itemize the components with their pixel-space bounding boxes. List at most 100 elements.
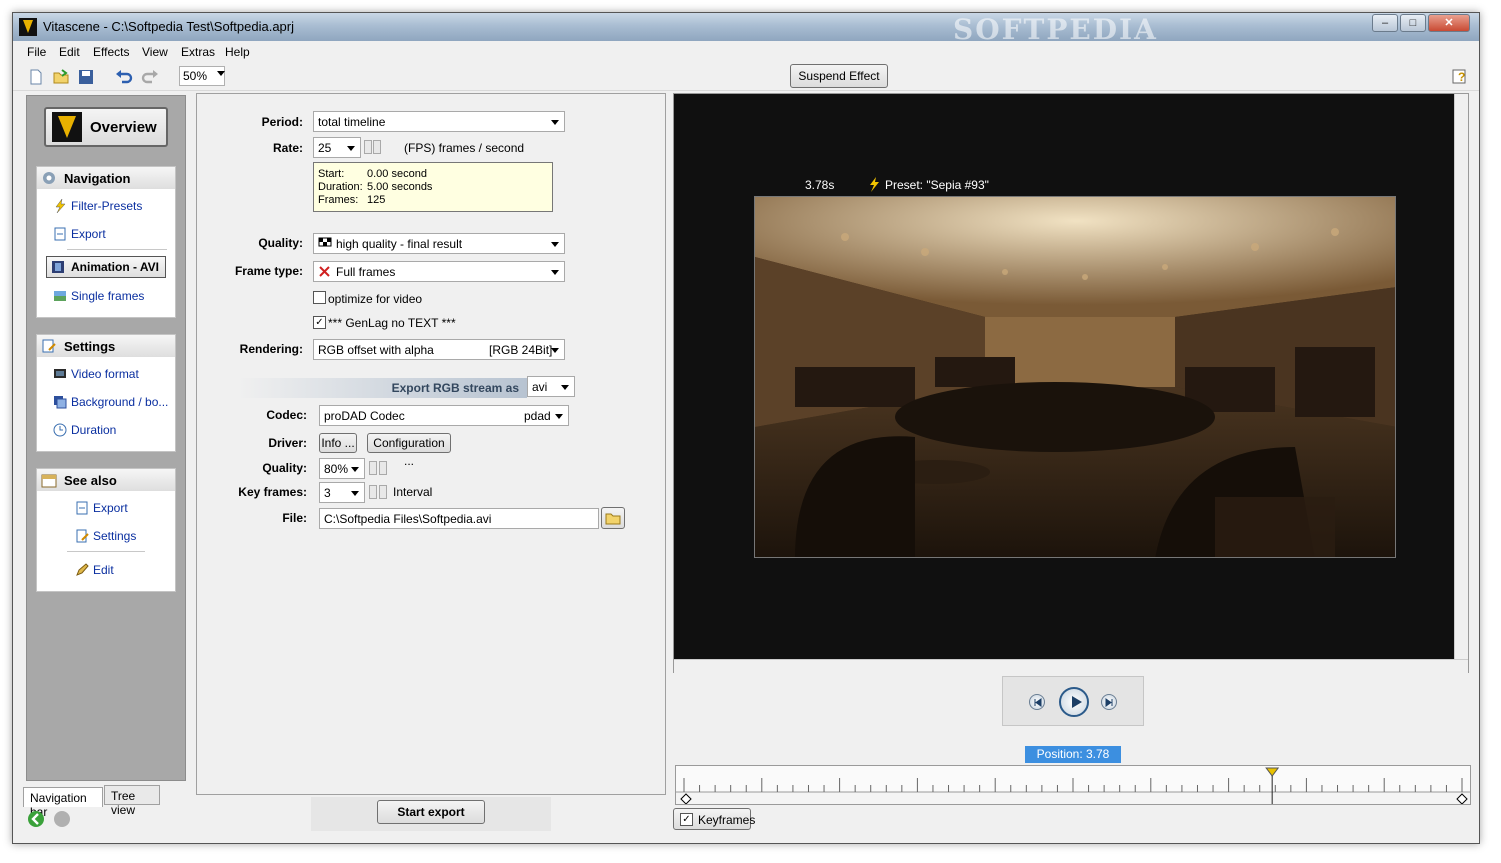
info-duration-key: Duration: [318,181,363,193]
forward-arrow-icon[interactable] [53,810,71,828]
info-frames-key: Frames: [318,194,359,206]
quality2-input[interactable]: 80% [319,458,365,479]
preview-vertical-scrollbar[interactable] [1454,94,1468,659]
see-also-divider [67,551,145,552]
start-export-button[interactable]: Start export [377,800,485,824]
undo-icon[interactable] [115,68,133,86]
new-file-icon[interactable] [27,68,45,86]
keyframe-end-marker[interactable] [1456,793,1468,805]
timeline-ruler[interactable] [675,765,1471,805]
nav-single-frames[interactable]: Single frames [71,289,144,303]
lightning-icon [870,177,879,192]
svg-text:?: ? [1458,70,1465,84]
quality-select[interactable]: high quality - final result [313,233,565,254]
file-path-input[interactable]: C:\Softpedia Files\Softpedia.avi [319,508,599,529]
quality-label: Quality: [258,236,303,250]
preview-image [754,196,1396,558]
menu-edit[interactable]: Edit [59,45,80,59]
nav-filter-presets[interactable]: Filter-Presets [71,199,142,213]
preview-horizontal-scrollbar[interactable] [674,659,1468,673]
pencil-icon [76,563,89,576]
redo-icon[interactable] [141,68,159,86]
close-button[interactable]: ✕ [1428,14,1470,32]
driver-configuration-button[interactable]: Configuration ... [367,433,451,468]
maximize-button[interactable]: □ [1400,14,1426,32]
browse-file-button[interactable] [601,507,625,529]
nav-video-format[interactable]: Video format [71,367,139,381]
optimize-video-checkbox[interactable] [313,291,326,304]
menu-view[interactable]: View [142,45,168,59]
nav-animation-avi[interactable]: Animation - AVI [46,256,166,278]
rewind-button[interactable] [1029,694,1045,710]
info-start-value: 0.00 second [367,168,427,180]
menu-effects[interactable]: Effects [93,45,129,59]
chevron-down-icon [551,348,559,353]
rate-spin-up[interactable] [373,140,381,154]
chevron-down-icon [561,385,569,390]
menu-help[interactable]: Help [225,45,250,59]
period-select[interactable]: total timeline [313,111,565,132]
rate-spin-down[interactable] [364,140,372,154]
see-also-settings[interactable]: Settings [93,529,136,543]
clock-icon [53,423,67,437]
overview-button[interactable]: Overview [44,107,168,147]
navigation-panel: Navigation Filter-Presets Export Animati… [36,166,176,318]
chevron-down-icon [555,414,563,419]
checkered-flag-icon [318,237,332,247]
driver-info-button[interactable]: Info ... [319,433,357,453]
frame-type-select[interactable]: Full frames [313,261,565,282]
codec-select[interactable]: proDAD Codec pdad [319,405,569,426]
keyframes-toggle[interactable]: ✓ Keyframes [673,808,755,830]
tab-navigation-bar[interactable]: Navigation bar [23,787,103,819]
image-icon [54,291,66,301]
see-also-edit[interactable]: Edit [93,563,114,577]
timeline-ticks [676,766,1470,805]
fast-forward-button[interactable] [1101,694,1117,710]
quality2-spin-down[interactable] [369,461,377,475]
genlag-checkbox[interactable]: ✓ [313,316,326,329]
menu-bar: File Edit Effects View Extras Help [13,41,1479,63]
quality-value: high quality - final result [336,237,463,251]
help-icon[interactable]: ? [1451,67,1469,85]
back-arrow-icon[interactable] [27,810,45,828]
nav-background[interactable]: Background / bo... [71,395,168,409]
play-button[interactable] [1059,687,1089,717]
monitor-icon [54,369,66,378]
open-folder-icon[interactable] [52,68,70,86]
chevron-down-icon [551,120,559,125]
minimize-button[interactable]: – [1372,14,1398,32]
chevron-down-icon [351,467,359,472]
keyframes-unit: Interval [393,485,433,499]
see-also-export[interactable]: Export [93,501,128,515]
zoom-dropdown-arrow-icon[interactable] [217,71,225,76]
save-icon[interactable] [77,68,95,86]
see-also-panel-header: See also [37,469,175,491]
navigation-panel-header: Navigation [37,167,175,189]
export-stream-select[interactable]: avi [527,376,575,397]
chevron-down-icon [551,242,559,247]
gear-icon [43,172,55,184]
suspend-effect-button[interactable]: Suspend Effect [790,64,888,88]
keyframes-checkbox[interactable]: ✓ [680,813,693,826]
rate-input[interactable]: 25 [313,137,361,158]
navigation-sidebar: Overview Navigation Filter-Presets Expor… [26,95,186,781]
tab-tree-view[interactable]: Tree view [104,785,160,817]
fast-forward-icon [1105,698,1113,707]
sepia-lounge-image [755,197,1395,557]
zoom-combo[interactable]: 50% [179,66,225,86]
keyframes-toggle-label: Keyframes [698,813,756,827]
quality2-spin-up[interactable] [379,461,387,475]
nav-duration[interactable]: Duration [71,423,116,437]
menu-file[interactable]: File [27,45,46,59]
nav-animation-avi-label: Animation - AVI [71,260,159,274]
background-icon [54,396,67,409]
playback-controls [1002,676,1144,726]
rate-label: Rate: [272,141,303,155]
keyframes-spin-down[interactable] [369,485,377,499]
keyframe-start-marker[interactable] [680,793,692,805]
nav-export[interactable]: Export [71,227,106,241]
menu-extras[interactable]: Extras [181,45,215,59]
keyframes-input[interactable]: 3 [319,482,365,503]
keyframes-spin-up[interactable] [379,485,387,499]
rendering-select[interactable]: RGB offset with alpha [RGB 24Bit] [313,339,565,360]
